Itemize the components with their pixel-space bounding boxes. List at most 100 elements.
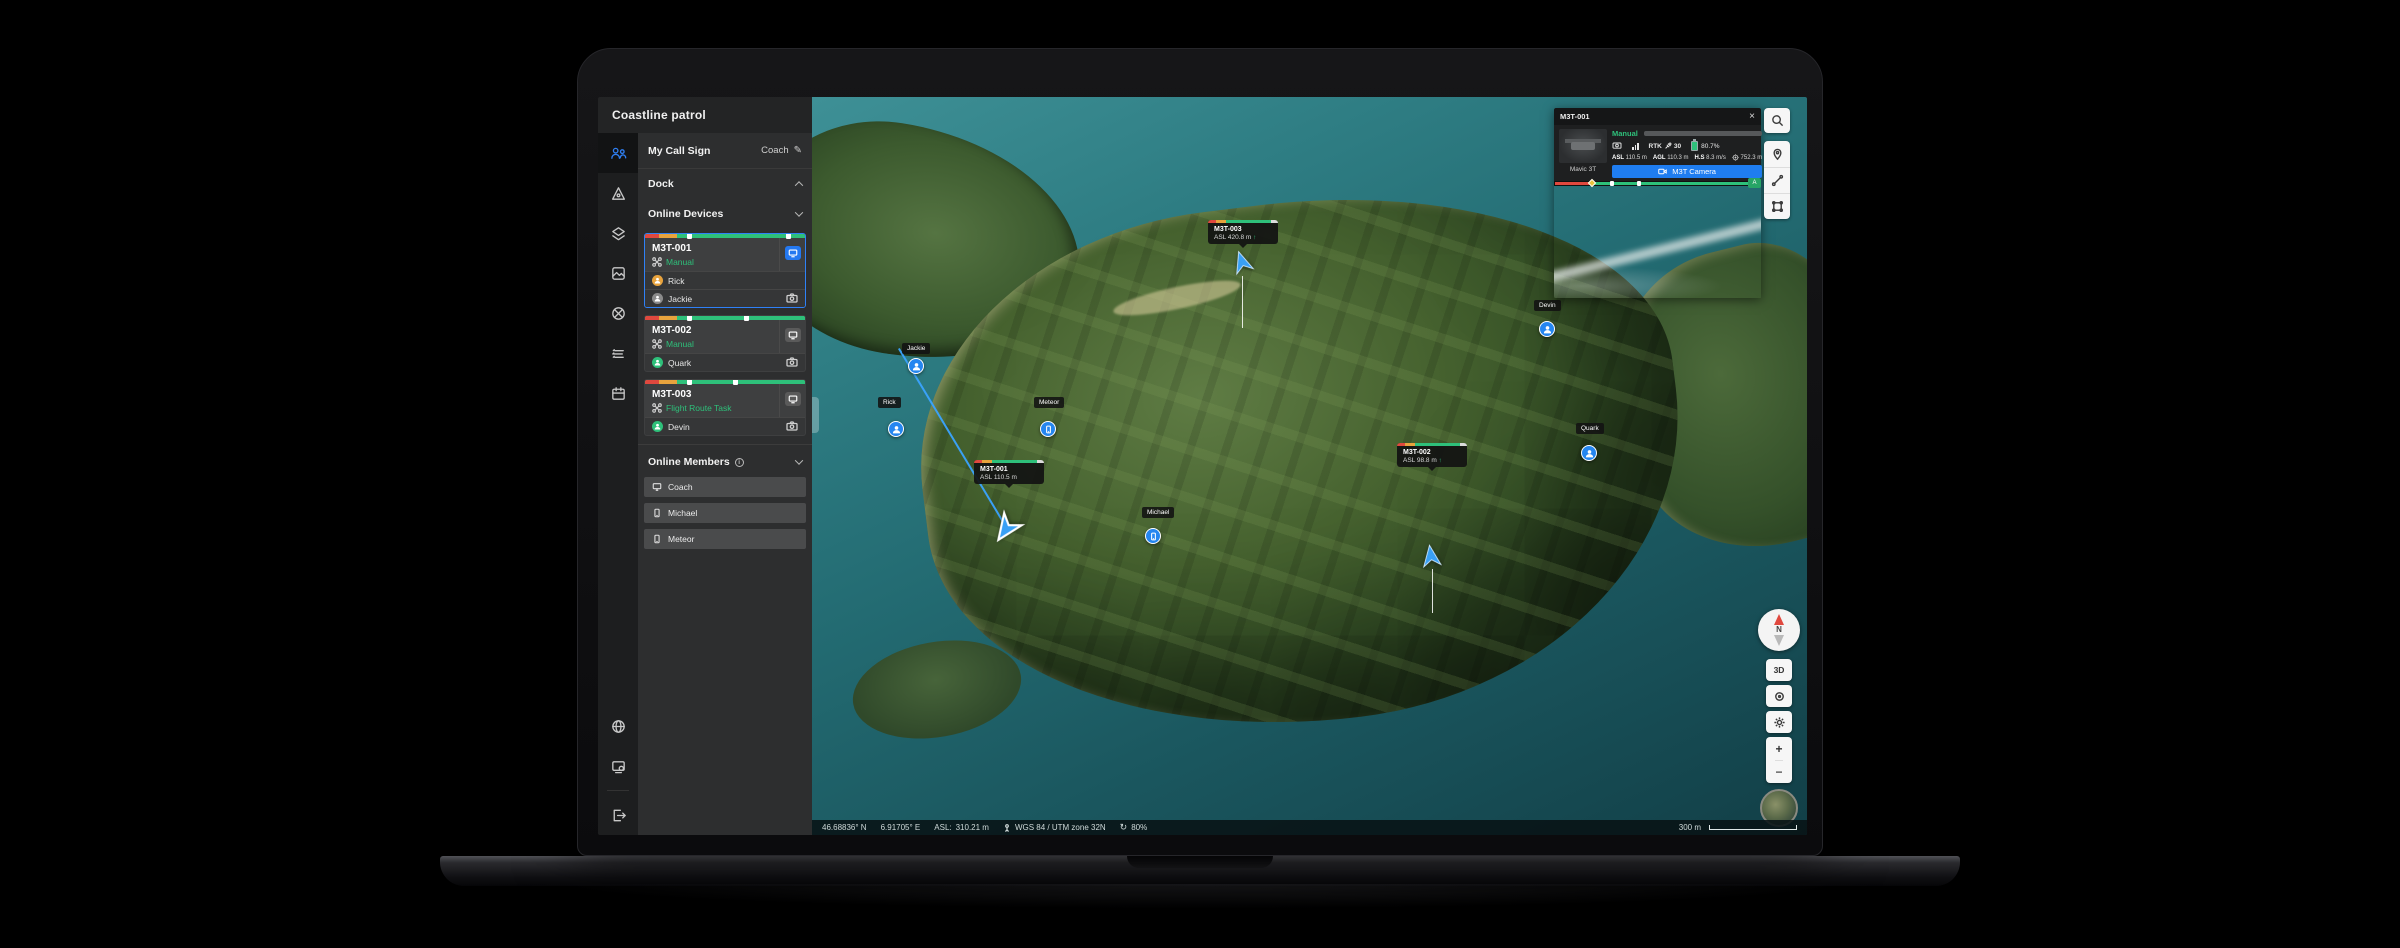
live-view-button[interactable] (785, 246, 801, 260)
annotation-toolbar (1764, 141, 1790, 219)
map-member-marker-quark[interactable] (1581, 445, 1597, 461)
latitude-readout: 46.68836° N (822, 823, 867, 832)
link-stats-row: RTK 30 80.7% (1612, 141, 1762, 151)
line-icon (1771, 174, 1784, 187)
panel-title: M3T-001 (1560, 112, 1590, 121)
close-icon[interactable]: × (1749, 112, 1755, 122)
calendar-icon (610, 385, 627, 402)
device-member-row[interactable]: Jackie (645, 289, 805, 307)
nav-task-library-button[interactable] (598, 333, 638, 373)
recenter-button[interactable] (1766, 685, 1792, 707)
map-member-marker-rick[interactable] (888, 421, 904, 437)
device-member-row[interactable]: Devin (645, 417, 805, 435)
map-drone-label-m3t-001[interactable]: M3T-001 ASL 110.5 m (974, 460, 1044, 484)
map-settings-button[interactable] (1766, 711, 1792, 733)
person-icon (892, 425, 901, 434)
layers-icon (610, 225, 627, 242)
nav-firmware-button[interactable] (598, 746, 638, 786)
drop-pin-button[interactable] (1764, 141, 1790, 167)
dock-section-label: Dock (648, 178, 674, 190)
search-icon (1771, 114, 1784, 127)
map-member-marker-meteor[interactable] (1040, 421, 1056, 437)
sync-readout: ↻ 80% (1120, 823, 1148, 832)
chevron-up-icon (795, 181, 803, 189)
online-members-section-header[interactable]: Online Members i (638, 447, 812, 477)
stream-camera-button[interactable] (786, 418, 798, 436)
zoom-control: + − (1766, 737, 1792, 783)
info-icon: i (735, 458, 744, 467)
sidebar-collapse-handle[interactable] (812, 397, 819, 433)
online-devices-section-header[interactable]: Online Devices (638, 199, 812, 229)
device-name: M3T-001 (652, 243, 772, 254)
map-member-label: Jackie (902, 343, 930, 354)
map-member-marker-michael[interactable] (1145, 528, 1161, 544)
stream-camera-button[interactable] (786, 354, 798, 372)
nav-flight-area-button[interactable] (598, 293, 638, 333)
map-drone-label-m3t-002[interactable]: M3T-002 ASL 98.8 m ↑ (1397, 443, 1467, 467)
member-name: Devin (668, 422, 781, 432)
nav-globe-button[interactable] (598, 706, 638, 746)
map-member-label: Devin (1534, 300, 1561, 311)
longitude-readout: 6.91705° E (881, 823, 921, 832)
map-search-button[interactable] (1764, 108, 1790, 133)
live-video-feed[interactable] (1554, 186, 1761, 298)
draw-line-button[interactable] (1764, 167, 1790, 193)
nav-team-button[interactable] (598, 133, 638, 173)
project-title: Coastline patrol (598, 97, 812, 133)
mode-row: Manual (1612, 129, 1762, 138)
member-row-michael[interactable]: Michael (644, 503, 806, 523)
surveyor-icon (1003, 824, 1011, 832)
member-avatar (652, 421, 663, 432)
map-member-marker-jackie[interactable] (908, 358, 924, 374)
member-name: Michael (668, 508, 697, 518)
map-member-label: Michael (1142, 507, 1174, 518)
map-member-marker-devin[interactable] (1539, 321, 1555, 337)
map-member-label: Rick (878, 397, 901, 408)
device-member-row[interactable]: Rick (645, 271, 805, 289)
signal-bars-icon (1632, 143, 1639, 150)
m3t-camera-button[interactable]: M3T Camera (1612, 165, 1762, 178)
live-view-icon (788, 394, 798, 404)
gear-icon (1773, 716, 1786, 729)
zoom-out-button[interactable]: − (1775, 760, 1782, 783)
phone-icon (1149, 532, 1158, 541)
person-icon (912, 362, 921, 371)
dock-section-header[interactable]: Dock (638, 169, 812, 199)
member-name: Rick (668, 276, 798, 286)
map-canvas[interactable]: M3T-003 ASL 420.8 m ↑ M3T-002 ASL 98.8 m… (812, 97, 1807, 835)
member-row-meteor[interactable]: Meteor (644, 529, 806, 549)
compass-control[interactable]: N (1758, 609, 1800, 651)
drone-drop-line (1242, 276, 1243, 328)
live-view-button[interactable] (785, 328, 801, 342)
toggle-3d-button[interactable]: 3D (1766, 659, 1792, 681)
device-card-m3t-002[interactable]: M3T-002 Manual (644, 315, 806, 372)
nav-media-button[interactable] (598, 253, 638, 293)
member-row-coach[interactable]: Coach (644, 477, 806, 497)
zoom-in-button[interactable]: + (1775, 737, 1782, 760)
device-member-row[interactable]: Quark (645, 353, 805, 371)
draw-area-button[interactable] (1764, 193, 1790, 219)
app-screen: Coastline patrol (598, 97, 1807, 835)
drone-battery-bar (1397, 443, 1467, 446)
edit-call-sign-button[interactable]: ✎ (794, 145, 802, 156)
scale-bar (1709, 825, 1797, 830)
device-name: M3T-003 (652, 389, 772, 400)
nav-site-button[interactable] (598, 173, 638, 213)
stream-camera-button[interactable] (786, 290, 798, 308)
device-card-m3t-003[interactable]: M3T-003 Flight Route Task (644, 379, 806, 436)
live-view-button[interactable] (785, 392, 801, 406)
nav-schedule-button[interactable] (598, 373, 638, 413)
polygon-icon (1771, 200, 1784, 213)
drone-marker-m3t-002[interactable] (1416, 541, 1445, 570)
laptop-base-notch (1127, 856, 1273, 868)
media-icon (610, 265, 627, 282)
camera-icon (786, 293, 798, 303)
member-avatar (652, 293, 663, 304)
laptop-shadow (520, 884, 1880, 910)
exit-project-button[interactable] (598, 795, 638, 835)
camera-icon (786, 357, 798, 367)
nav-layers-button[interactable] (598, 213, 638, 253)
device-card-m3t-001[interactable]: M3T-001 Manual (644, 233, 806, 308)
map-drone-label-m3t-003[interactable]: M3T-003 ASL 420.8 m ↑ (1208, 220, 1278, 244)
desktop-icon (652, 482, 662, 492)
